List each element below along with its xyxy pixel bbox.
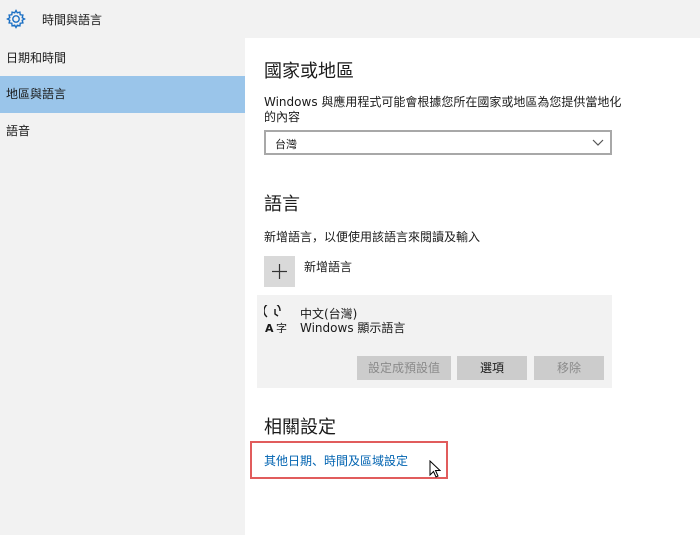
language-entry[interactable]: A 字 中文(台灣) Windows 顯示語言 設定成預設值 選項 移除 xyxy=(257,295,612,388)
plus-icon xyxy=(272,264,287,279)
mouse-cursor-icon xyxy=(429,460,441,478)
region-description-line2: 的內容 xyxy=(264,110,301,124)
country-select[interactable]: 台灣 xyxy=(264,130,612,155)
options-button[interactable]: 選項 xyxy=(457,356,527,380)
svg-text:字: 字 xyxy=(276,321,287,333)
language-description: 新增語言，以便使用該語言來閱讀及輸入 xyxy=(264,230,481,244)
country-select-value: 台灣 xyxy=(275,138,297,151)
add-language-label[interactable]: 新增語言 xyxy=(304,258,352,275)
gear-icon xyxy=(6,9,26,29)
region-description-line1: Windows 與應用程式可能會根據您所在國家或地區為您提供當地化 xyxy=(264,95,622,109)
language-heading: 語言 xyxy=(264,194,300,215)
title-bar: 時間與語言 xyxy=(0,0,700,38)
window-title: 時間與語言 xyxy=(42,13,103,27)
chevron-down-icon xyxy=(592,139,604,146)
region-heading: 國家或地區 xyxy=(264,61,354,82)
svg-text:A: A xyxy=(265,322,274,333)
set-default-button[interactable]: 設定成預設值 xyxy=(357,356,451,380)
sidebar: 日期和時間 地區與語言 語音 xyxy=(0,38,245,535)
sidebar-item-label: 地區與語言 xyxy=(6,87,67,101)
sidebar-item-label: 日期和時間 xyxy=(6,51,67,65)
remove-button[interactable]: 移除 xyxy=(534,356,604,380)
sidebar-item-region-language[interactable]: 地區與語言 xyxy=(0,76,245,113)
sidebar-item-speech[interactable]: 語音 xyxy=(0,113,245,150)
language-subtitle: Windows 顯示語言 xyxy=(300,321,406,335)
language-az-icon: A 字 xyxy=(264,305,287,333)
sidebar-item-date-time[interactable]: 日期和時間 xyxy=(0,40,245,77)
additional-date-time-region-link[interactable]: 其他日期、時間及區域設定 xyxy=(264,452,408,469)
content-pane: 國家或地區 Windows 與應用程式可能會根據您所在國家或地區為您提供當地化 … xyxy=(245,38,700,535)
related-settings-heading: 相關設定 xyxy=(264,417,336,438)
sidebar-item-label: 語音 xyxy=(6,124,31,138)
add-language-button[interactable] xyxy=(264,256,295,287)
